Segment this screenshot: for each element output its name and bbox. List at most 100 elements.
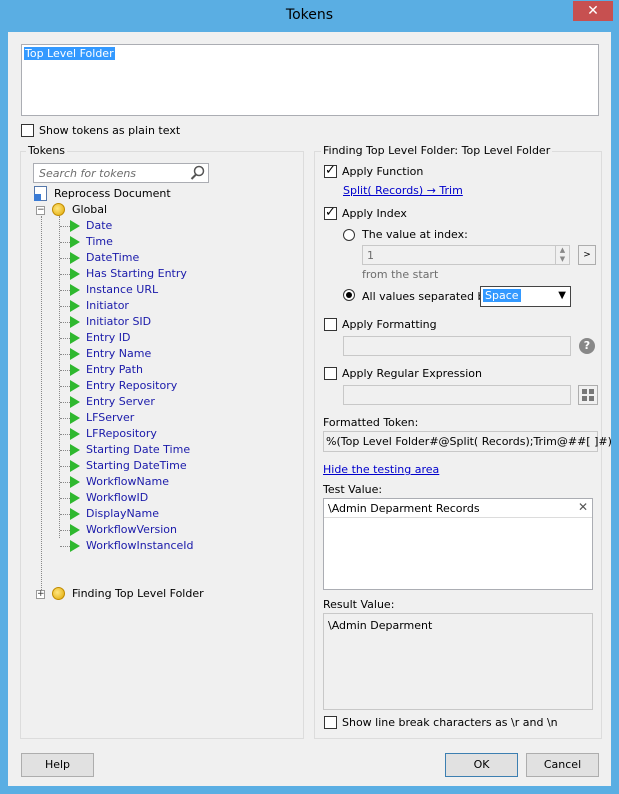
index-value: 1	[367, 249, 374, 262]
clear-icon[interactable]: ✕	[578, 500, 588, 514]
tree-token-label: Entry Server	[86, 395, 155, 408]
index-go-button[interactable]: >	[578, 245, 596, 265]
index-hint: from the start	[362, 268, 439, 281]
tree-line	[60, 402, 70, 403]
token-arrow-icon	[70, 220, 80, 232]
tree-line	[60, 274, 70, 275]
expand-finding-icon[interactable]: +	[36, 590, 45, 599]
tree-token-label: Entry ID	[86, 331, 131, 344]
tree-token-label: Date	[86, 219, 113, 232]
token-arrow-icon	[70, 284, 80, 296]
result-value-text: \Admin Deparment	[328, 619, 433, 632]
tree-line	[60, 338, 70, 339]
ok-button[interactable]: OK	[445, 753, 518, 777]
hide-testing-link[interactable]: Hide the testing area	[323, 463, 439, 476]
show-plain-checkbox[interactable]	[21, 124, 34, 137]
tree-token-label: Initiator	[86, 299, 129, 312]
token-arrow-icon	[70, 252, 80, 264]
tree-line	[60, 546, 70, 547]
tree-line	[60, 482, 70, 483]
apply-index-label: Apply Index	[342, 207, 407, 220]
function-link[interactable]: Split( Records) → Trim	[343, 184, 463, 197]
token-arrow-icon	[70, 492, 80, 504]
token-arrow-icon	[70, 348, 80, 360]
token-arrow-icon	[70, 428, 80, 440]
separator-select[interactable]: Space ▼	[480, 286, 571, 307]
tree-token-label: Starting DateTime	[86, 459, 187, 472]
regex-builder-button[interactable]	[578, 385, 598, 405]
line-breaks-label: Show line break characters as \r and \n	[342, 716, 558, 729]
search-box[interactable]: Search for tokens	[33, 163, 209, 183]
tree-line	[60, 418, 70, 419]
tree-finding-label: Finding Top Level Folder	[72, 587, 204, 600]
tokens-group-title: Tokens	[26, 144, 68, 157]
tree-token-label: WorkflowInstanceId	[86, 539, 194, 552]
token-text-area[interactable]: Top Level Folder	[21, 44, 599, 116]
value-at-index-label: The value at index:	[362, 228, 468, 241]
tree-root-label: Reprocess Document	[54, 187, 171, 200]
token-arrow-icon	[70, 332, 80, 344]
collapse-global-icon[interactable]: −	[36, 206, 45, 215]
formatting-input[interactable]	[343, 336, 571, 356]
help-icon[interactable]: ?	[579, 338, 595, 354]
dialog-client-area: Top Level Folder Show tokens as plain te…	[8, 32, 612, 786]
line-breaks-checkbox[interactable]	[324, 716, 337, 729]
all-values-label: All values separated by:	[362, 290, 494, 303]
apply-regex-checkbox[interactable]	[324, 367, 337, 380]
token-arrow-icon	[70, 316, 80, 328]
result-value-field: \Admin Deparment	[323, 613, 593, 710]
token-arrow-icon	[70, 236, 80, 248]
tree-token-label: Instance URL	[86, 283, 159, 296]
global-coin-icon	[52, 203, 65, 216]
apply-function-label: Apply Function	[342, 165, 424, 178]
test-value-text: \Admin Deparment Records	[328, 502, 480, 515]
help-button[interactable]: Help	[21, 753, 94, 777]
tree-token-label: Entry Path	[86, 363, 143, 376]
token-text: Top Level Folder	[24, 47, 115, 60]
tree-token-label: WorkflowName	[86, 475, 169, 488]
token-arrow-icon	[70, 476, 80, 488]
apply-function-checkbox[interactable]	[324, 163, 337, 178]
tree-line	[60, 434, 70, 435]
token-arrow-icon	[70, 444, 80, 456]
test-value-label: Test Value:	[323, 483, 383, 496]
apply-regex-label: Apply Regular Expression	[342, 367, 482, 380]
grid-icon	[582, 389, 594, 401]
apply-formatting-checkbox[interactable]	[324, 318, 337, 331]
tree-token-label: LFRepository	[86, 427, 157, 440]
search-icon[interactable]	[190, 165, 206, 181]
tree-line	[60, 370, 70, 371]
tree-token-label: Entry Repository	[86, 379, 178, 392]
test-value-input[interactable]: \Admin Deparment Records ✕	[323, 498, 593, 590]
tree-token-label: WorkflowVersion	[86, 523, 177, 536]
tree-token-label: LFServer	[86, 411, 135, 424]
formatted-token-field[interactable]: %(Top Level Folder#@Split( Records);Trim…	[323, 431, 612, 452]
show-plain-label: Show tokens as plain text	[39, 124, 181, 137]
tree-token-label: DateTime	[86, 251, 140, 264]
index-spinner[interactable]: ▲ ▼	[555, 246, 569, 264]
tree-line	[60, 450, 70, 451]
token-options-title: Finding Top Level Folder: Top Level Fold…	[321, 144, 553, 157]
token-arrow-icon	[70, 540, 80, 552]
index-input[interactable]: 1 ▲ ▼	[362, 245, 570, 265]
all-values-radio[interactable]	[343, 289, 355, 301]
token-arrow-icon	[70, 508, 80, 520]
regex-input[interactable]	[343, 385, 571, 405]
tree-line	[60, 386, 70, 387]
tree-global-label: Global	[72, 203, 108, 216]
tree-line	[60, 306, 70, 307]
cancel-button[interactable]: Cancel	[526, 753, 599, 777]
tree-line	[60, 466, 70, 467]
close-button[interactable]: ✕	[573, 1, 613, 21]
token-arrow-icon	[70, 380, 80, 392]
apply-index-checkbox[interactable]	[324, 205, 337, 220]
search-input[interactable]: Search for tokens	[39, 167, 136, 180]
token-arrow-icon	[70, 268, 80, 280]
tree-token-label: Entry Name	[86, 347, 152, 360]
token-arrow-icon	[70, 364, 80, 376]
formatted-token-value: %(Top Level Folder#@Split( Records);Trim…	[326, 435, 612, 448]
value-at-index-radio[interactable]	[343, 229, 355, 241]
tokens-dialog: Tokens ✕ Top Level Folder Show tokens as…	[0, 0, 619, 794]
tree-token-label: Has Starting Entry	[86, 267, 187, 280]
tree-token-label: Initiator SID	[86, 315, 152, 328]
